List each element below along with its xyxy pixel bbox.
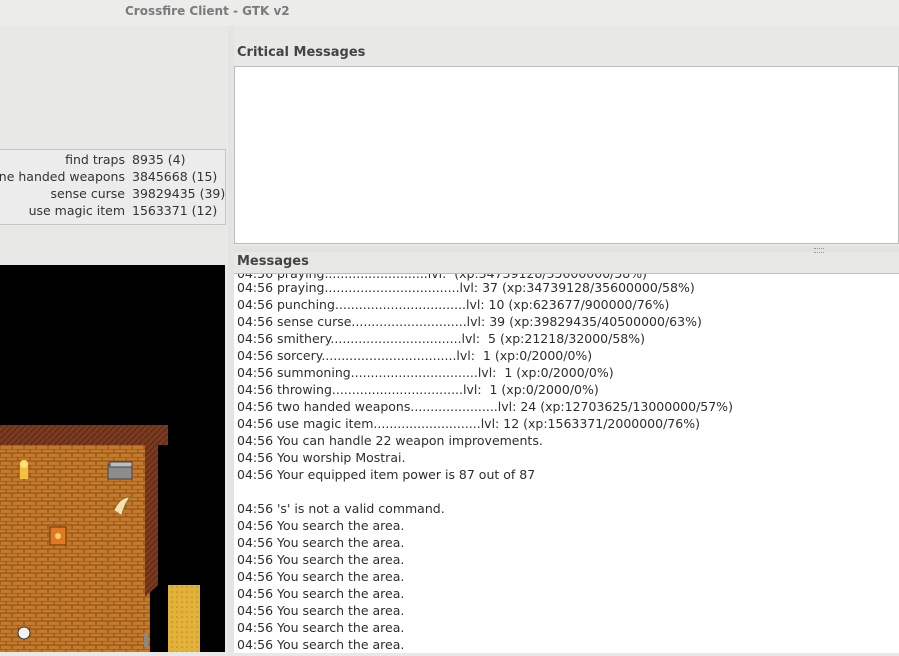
wall-top <box>0 425 168 445</box>
message-line: 04:56 praying...........................… <box>237 280 695 295</box>
message-line: 04:56 use magic item....................… <box>237 416 700 431</box>
skill-value: 39829435 (39) <box>132 186 226 201</box>
window-title: Crossfire Client - GTK v2 <box>125 4 290 18</box>
message-line: 04:56 punching..........................… <box>237 297 670 312</box>
sand-tiles <box>168 585 200 652</box>
message-line: 04:56 throwing..........................… <box>237 382 599 397</box>
skill-name: use magic item <box>28 203 125 218</box>
game-map[interactable] <box>0 265 225 652</box>
post-icon <box>144 633 148 647</box>
skill-value: 3845668 (15) <box>132 169 218 184</box>
skill-name: one handed weapons <box>0 169 125 184</box>
map-canvas <box>0 425 200 652</box>
skill-value: 1563371 (12) <box>132 203 218 218</box>
skill-row: one handed weapons 3845668 (15) <box>0 169 225 186</box>
torch-icon <box>20 460 28 479</box>
chest-icon <box>107 461 133 480</box>
wall-right <box>145 428 158 597</box>
skill-row: use magic item 1563371 (12) <box>0 203 225 220</box>
message-line: 04:56 You search the area. <box>237 535 405 550</box>
message-line: 04:56 You search the area. <box>237 603 405 618</box>
message-line: 04:56 You search the area. <box>237 586 405 601</box>
skills-table: find traps 8935 (4) one handed weapons 3… <box>0 149 226 225</box>
message-line: 04:56 sorcery...........................… <box>237 348 593 363</box>
critical-messages-label: Critical Messages <box>237 45 366 60</box>
skill-name: find traps <box>65 152 125 167</box>
message-line: 04:56 You search the area. <box>237 620 405 635</box>
skill-name: sense curse <box>50 186 125 201</box>
skull-icon <box>17 626 31 640</box>
skill-row: sense curse 39829435 (39) <box>0 186 226 203</box>
message-line: 04:56 smithery..........................… <box>237 331 646 346</box>
message-line: 04:56 You search the area. <box>237 552 405 567</box>
critical-messages-box[interactable] <box>234 66 899 244</box>
message-line: 04:56 You search the area. <box>237 518 405 533</box>
message-line: 04:56 two handed weapons................… <box>237 399 733 414</box>
messages-label: Messages <box>237 254 309 269</box>
book-icon <box>49 526 67 546</box>
pane-grip-icon[interactable] <box>814 248 824 253</box>
message-line: 04:56 You can handle 22 weapon improveme… <box>237 433 543 448</box>
message-line: 04:56 summoning.........................… <box>237 365 614 380</box>
message-line: 04:56 You search the area. <box>237 637 405 652</box>
message-line: 04:56 You search the area. <box>237 569 405 584</box>
message-line: 04:56 sense curse.......................… <box>237 314 702 329</box>
window-titlebar[interactable]: Crossfire Client - GTK v2 <box>0 0 899 26</box>
message-line: 04:56 's' is not a valid command. <box>237 501 445 516</box>
message-line: 04:56 You worship Mostrai. <box>237 450 406 465</box>
skill-row: find traps 8935 (4) <box>0 152 225 169</box>
skill-value: 8935 (4) <box>132 152 186 167</box>
message-line: 04:56 Your equipped item power is 87 out… <box>237 467 536 482</box>
horizontal-pane-divider[interactable] <box>234 246 899 252</box>
messages-box[interactable]: 04:56 praying..........................l… <box>234 273 899 653</box>
